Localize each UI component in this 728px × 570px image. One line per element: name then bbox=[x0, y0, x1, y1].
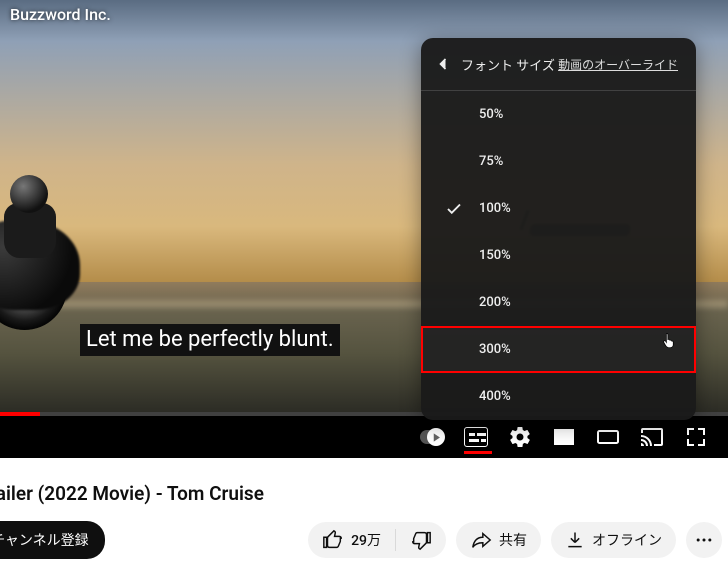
check-icon bbox=[445, 200, 463, 218]
player-controls bbox=[0, 416, 728, 458]
font-size-option[interactable]: 50% bbox=[421, 91, 696, 138]
action-row: チャンネル登録 29万 共有 オフライン bbox=[0, 521, 728, 569]
motorcycle bbox=[0, 165, 90, 330]
font-size-option-label: 200% bbox=[479, 295, 511, 310]
theater-button[interactable] bbox=[596, 425, 620, 449]
settings-button[interactable] bbox=[508, 425, 532, 449]
font-size-option[interactable]: 100% bbox=[421, 185, 696, 232]
video-title: cial Trailer (2022 Movie) - Tom Cruise bbox=[0, 468, 728, 521]
menu-override-link[interactable]: 動画のオーバーライド bbox=[558, 56, 678, 73]
font-size-option-label: 300% bbox=[479, 342, 511, 357]
font-size-option[interactable]: 150% bbox=[421, 232, 696, 279]
font-size-option-label: 75% bbox=[479, 154, 503, 169]
like-button[interactable]: 29万 bbox=[308, 522, 395, 558]
more-actions-button[interactable] bbox=[686, 522, 722, 558]
video-player: Buzzword Inc. Let me be perfectly blunt. bbox=[0, 0, 728, 458]
subtitle-caption: Let me be perfectly blunt. bbox=[80, 324, 340, 356]
like-count: 29万 bbox=[351, 530, 381, 550]
font-size-option[interactable]: 75% bbox=[421, 138, 696, 185]
menu-header: フォント サイズ 動画のオーバーライド bbox=[421, 38, 696, 91]
offline-label: オフライン bbox=[592, 530, 662, 550]
like-dislike-group: 29万 bbox=[308, 522, 446, 558]
offline-button[interactable]: オフライン bbox=[551, 522, 676, 558]
font-size-option[interactable]: 300% bbox=[421, 326, 696, 373]
menu-title: フォント サイズ bbox=[461, 55, 558, 74]
dislike-button[interactable] bbox=[396, 522, 446, 558]
miniplayer-button[interactable] bbox=[552, 425, 576, 449]
share-button[interactable]: 共有 bbox=[456, 522, 541, 558]
menu-back-button[interactable] bbox=[431, 52, 455, 76]
share-label: 共有 bbox=[499, 530, 527, 550]
subtitles-button[interactable] bbox=[464, 425, 488, 449]
video-meta: cial Trailer (2022 Movie) - Tom Cruise チ… bbox=[0, 458, 728, 569]
autoplay-toggle[interactable] bbox=[420, 425, 444, 449]
font-size-option-label: 150% bbox=[479, 248, 511, 263]
cast-button[interactable] bbox=[640, 425, 664, 449]
font-size-option-label: 400% bbox=[479, 389, 511, 404]
font-size-menu: フォント サイズ 動画のオーバーライド 50% 75% 100% 150% 200% 30… bbox=[421, 38, 696, 420]
fullscreen-button[interactable] bbox=[684, 425, 708, 449]
font-size-option[interactable]: 400% bbox=[421, 373, 696, 420]
font-size-option[interactable]: 200% bbox=[421, 279, 696, 326]
font-size-option-label: 100% bbox=[479, 201, 511, 216]
brand-watermark: Buzzword Inc. bbox=[10, 5, 111, 24]
font-size-option-label: 50% bbox=[479, 107, 503, 122]
subscribe-button[interactable]: チャンネル登録 bbox=[0, 521, 105, 559]
